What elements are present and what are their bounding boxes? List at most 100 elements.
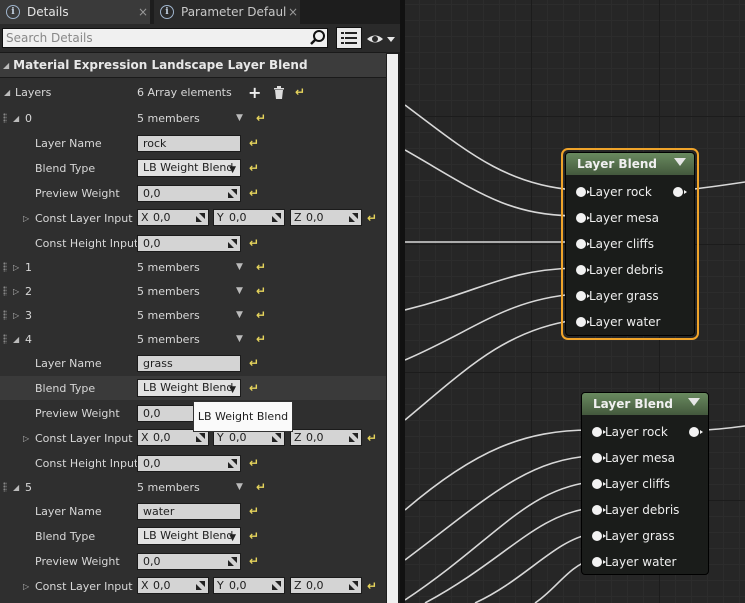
reset-arrow-icon[interactable]: ↵ bbox=[249, 186, 259, 200]
section-title: Material Expression Landscape Layer Blen… bbox=[13, 58, 308, 72]
input-pin[interactable]: Layer water bbox=[576, 313, 660, 331]
y-input[interactable]: Y 0,0 bbox=[213, 209, 285, 226]
expand-right-icon[interactable]: ▷ bbox=[23, 214, 29, 223]
reset-arrow-icon[interactable]: ↵ bbox=[249, 554, 259, 568]
chevron-down-icon[interactable] bbox=[674, 158, 686, 166]
preview-weight-input[interactable]: 0,0 bbox=[137, 552, 241, 570]
reset-arrow-icon[interactable]: ↵ bbox=[256, 284, 266, 298]
expand-right-icon[interactable]: ▷ bbox=[13, 287, 19, 296]
expand-down-icon[interactable]: ◢ bbox=[4, 88, 10, 97]
resize-arrow-icon bbox=[228, 238, 237, 248]
expand-right-icon[interactable]: ▷ bbox=[13, 311, 19, 320]
x-input[interactable]: X 0,0 bbox=[137, 577, 209, 594]
reset-arrow-icon[interactable]: ↵ bbox=[249, 381, 259, 395]
pin-icon bbox=[592, 453, 606, 463]
search-icon[interactable] bbox=[309, 29, 327, 47]
output-pin[interactable] bbox=[689, 427, 703, 437]
reset-arrow-icon[interactable]: ↵ bbox=[249, 236, 259, 250]
element-index: 3 bbox=[25, 308, 32, 322]
tab-parameter-defaults[interactable]: i Parameter Defaults × bbox=[154, 0, 300, 24]
info-icon: i bbox=[6, 5, 20, 19]
reset-arrow-icon[interactable]: ↵ bbox=[256, 308, 266, 322]
reset-arrow-icon[interactable]: ↵ bbox=[249, 136, 259, 150]
reset-arrow-icon[interactable]: ↵ bbox=[295, 85, 305, 99]
node-header[interactable]: Layer Blend bbox=[582, 393, 708, 415]
layer-blend-node[interactable]: Layer Blend Layer rock Layer mesa Layer … bbox=[565, 152, 695, 336]
const-height-input[interactable]: 0,0 bbox=[137, 454, 241, 472]
input-pin[interactable]: Layer cliffs bbox=[576, 235, 654, 253]
chevron-down-icon[interactable] bbox=[688, 398, 700, 406]
chevron-down-icon[interactable]: ▼ bbox=[236, 482, 243, 492]
layer-name-input[interactable]: grass bbox=[137, 354, 241, 372]
chevron-down-icon[interactable]: ▼ bbox=[236, 262, 243, 272]
blend-type-select[interactable]: LB Weight Blend ▼ bbox=[137, 379, 241, 397]
view-options-button[interactable] bbox=[336, 27, 362, 49]
z-input[interactable]: Z 0,0 bbox=[290, 429, 362, 446]
expand-down-icon[interactable]: ◢ bbox=[13, 335, 19, 344]
preview-weight-input[interactable]: 0,0 bbox=[137, 184, 241, 202]
trash-icon[interactable] bbox=[273, 86, 285, 99]
close-icon[interactable]: × bbox=[286, 5, 300, 19]
reset-arrow-icon[interactable]: ↵ bbox=[249, 504, 259, 518]
reset-arrow-icon[interactable]: ↵ bbox=[256, 111, 266, 125]
chevron-down-icon[interactable]: ▼ bbox=[236, 334, 243, 344]
expand-right-icon[interactable]: ▷ bbox=[13, 263, 19, 272]
input-pin[interactable]: Layer grass bbox=[576, 287, 659, 305]
property-label: Layer Name bbox=[35, 504, 102, 518]
reset-arrow-icon[interactable]: ↵ bbox=[249, 529, 259, 543]
blend-type-row: Blend Type LB Weight Blend ▼ ↵ bbox=[0, 156, 386, 180]
reset-arrow-icon[interactable]: ↵ bbox=[256, 480, 266, 494]
chevron-down-icon[interactable]: ▼ bbox=[236, 113, 243, 123]
reset-arrow-icon[interactable]: ↵ bbox=[367, 579, 377, 593]
reset-arrow-icon[interactable]: ↵ bbox=[249, 356, 259, 370]
number-value: 0,0 bbox=[306, 579, 324, 592]
expand-down-icon[interactable]: ◢ bbox=[13, 483, 19, 492]
z-input[interactable]: Z 0,0 bbox=[290, 577, 362, 594]
element-index: 0 bbox=[25, 111, 32, 125]
input-pin[interactable]: Layer mesa bbox=[576, 209, 659, 227]
members-label: 5 members bbox=[137, 284, 200, 298]
blend-type-select[interactable]: LB Weight Blend ▼ bbox=[137, 527, 241, 545]
expand-right-icon[interactable]: ▷ bbox=[23, 582, 29, 591]
input-pin[interactable]: Layer debris bbox=[592, 501, 679, 519]
tab-details[interactable]: i Details × bbox=[0, 0, 150, 24]
layer-name-input[interactable]: water bbox=[137, 502, 241, 520]
section-header[interactable]: ◢ Material Expression Landscape Layer Bl… bbox=[0, 52, 386, 78]
reset-arrow-icon[interactable]: ↵ bbox=[367, 211, 377, 225]
input-pin[interactable]: Layer mesa bbox=[592, 449, 675, 467]
scrollbar-thumb[interactable] bbox=[387, 54, 398, 603]
reset-arrow-icon[interactable]: ↵ bbox=[367, 431, 377, 445]
add-element-icon[interactable]: + bbox=[248, 83, 261, 102]
y-input[interactable]: Y 0,0 bbox=[213, 577, 285, 594]
reset-arrow-icon[interactable]: ↵ bbox=[256, 332, 266, 346]
expand-right-icon[interactable]: ▷ bbox=[23, 434, 29, 443]
blend-type-select[interactable]: LB Weight Blend ▼ bbox=[137, 159, 241, 177]
select-value: LB Weight Blend bbox=[143, 381, 234, 394]
input-pin[interactable]: Layer grass bbox=[592, 527, 675, 545]
node-header[interactable]: Layer Blend bbox=[566, 153, 694, 175]
chevron-down-icon[interactable]: ▼ bbox=[236, 286, 243, 296]
output-pin[interactable] bbox=[673, 187, 687, 197]
pin-icon bbox=[592, 505, 606, 515]
property-label: Layer Name bbox=[35, 356, 102, 370]
input-pin[interactable]: Layer rock bbox=[592, 423, 668, 441]
expand-down-icon: ◢ bbox=[3, 60, 10, 70]
layer-name-input[interactable]: rock bbox=[137, 134, 241, 152]
z-input[interactable]: Z 0,0 bbox=[290, 209, 362, 226]
search-input[interactable]: Search Details bbox=[2, 28, 328, 48]
x-input[interactable]: X 0,0 bbox=[137, 209, 209, 226]
close-icon[interactable]: × bbox=[136, 5, 150, 19]
expand-down-icon[interactable]: ◢ bbox=[13, 114, 19, 123]
layer-blend-node[interactable]: Layer Blend Layer rock Layer mesa Layer … bbox=[581, 392, 709, 575]
input-pin[interactable]: Layer rock bbox=[576, 183, 652, 201]
eye-icon[interactable] bbox=[366, 32, 396, 46]
const-height-input[interactable]: 0,0 bbox=[137, 234, 241, 252]
input-pin[interactable]: Layer water bbox=[592, 553, 676, 571]
chevron-down-icon: ▼ bbox=[229, 385, 236, 395]
reset-arrow-icon[interactable]: ↵ bbox=[249, 161, 259, 175]
input-pin[interactable]: Layer debris bbox=[576, 261, 663, 279]
reset-arrow-icon[interactable]: ↵ bbox=[256, 260, 266, 274]
chevron-down-icon[interactable]: ▼ bbox=[236, 310, 243, 320]
input-pin[interactable]: Layer cliffs bbox=[592, 475, 670, 493]
reset-arrow-icon[interactable]: ↵ bbox=[249, 456, 259, 470]
